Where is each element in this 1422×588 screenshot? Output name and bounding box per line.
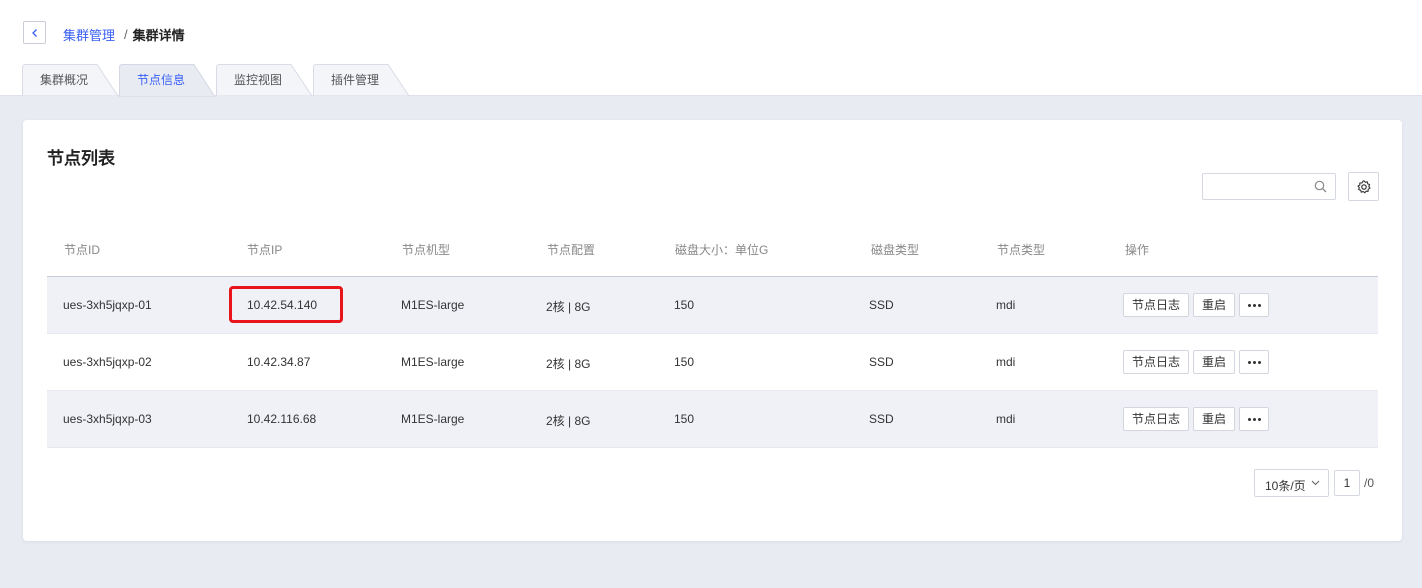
breadcrumb: 集群管理 / 集群详情 (63, 25, 185, 44)
card-title: 节点列表 (47, 149, 115, 168)
chevron-down-icon (1311, 480, 1320, 486)
tab-node-info[interactable]: 节点信息 (119, 64, 216, 97)
cell-disk-type: SSD (869, 412, 894, 426)
column-header-disk-type: 磁盘类型 (871, 243, 920, 257)
more-dots-icon (1240, 294, 1268, 316)
node-log-button[interactable]: 节点日志 (1123, 293, 1189, 317)
cell-node-type: mdi (996, 355, 1016, 369)
tab-label: 节点信息 (137, 73, 186, 87)
column-header-node-model: 节点机型 (402, 243, 451, 257)
gear-icon (1356, 179, 1371, 193)
cell-node-model: M1ES-large (401, 355, 465, 369)
cell-node-config: 2核 | 8G (546, 357, 591, 371)
cell-node-ip: 10.42.116.68 (247, 412, 317, 426)
cell-node-model: M1ES-large (401, 412, 465, 426)
breadcrumb-separator: / (124, 26, 128, 42)
more-actions-button[interactable] (1239, 407, 1269, 431)
more-actions-button[interactable] (1239, 293, 1269, 317)
column-header-node-config: 节点配置 (547, 243, 596, 257)
breadcrumb-current: 集群详情 (132, 27, 185, 43)
cell-disk-size: 150 (674, 298, 695, 312)
table-row: ues-3xh5jqxp-02 10.42.34.87 M1ES-large 2… (47, 334, 1378, 391)
cell-node-id: ues-3xh5jqxp-03 (63, 412, 152, 426)
cell-disk-size: 150 (674, 412, 695, 426)
search-input[interactable] (1209, 178, 1309, 196)
more-actions-button[interactable] (1239, 350, 1269, 374)
column-header-node-type: 节点类型 (997, 243, 1046, 257)
search-icon[interactable] (1314, 180, 1327, 193)
cell-node-type: mdi (996, 298, 1016, 312)
page-total: /0 (1364, 476, 1375, 490)
tab-label: 监控视图 (234, 73, 283, 87)
chevron-left-icon (31, 28, 37, 37)
more-dots-icon (1240, 351, 1268, 373)
restart-button[interactable]: 重启 (1193, 350, 1235, 374)
cell-node-type: mdi (996, 412, 1016, 426)
tab-label: 集群概况 (40, 73, 89, 87)
cell-node-ip: 10.42.34.87 (247, 355, 311, 369)
page-size-select[interactable]: 10条/页 (1254, 469, 1329, 497)
table-settings-button[interactable] (1348, 172, 1379, 201)
restart-button[interactable]: 重启 (1193, 407, 1235, 431)
cell-node-id: ues-3xh5jqxp-02 (63, 355, 152, 369)
column-header-node-id: 节点ID (64, 243, 101, 257)
node-log-button[interactable]: 节点日志 (1123, 350, 1189, 374)
node-log-button[interactable]: 节点日志 (1123, 407, 1189, 431)
column-header-node-ip: 节点IP (247, 243, 283, 257)
breadcrumb-cluster-management[interactable]: 集群管理 (63, 25, 115, 44)
search-box (1202, 173, 1336, 200)
page-size-label: 10条/页 (1265, 479, 1306, 493)
node-list-card: 节点列表 节点ID 节点IP 节点机型 节点配置 磁盘大小：单位G 磁盘类型 节… (23, 120, 1402, 541)
page-number-input[interactable]: 1 (1334, 470, 1360, 496)
restart-button[interactable]: 重启 (1193, 293, 1235, 317)
page-header: 集群管理 / 集群详情 集群概况 节点信息 监控视图 插件管理 (0, 0, 1422, 97)
cell-node-model: M1ES-large (401, 298, 465, 312)
cell-node-config: 2核 | 8G (546, 300, 591, 314)
column-header-actions: 操作 (1125, 243, 1150, 257)
table-header: 节点ID 节点IP 节点机型 节点配置 磁盘大小：单位G 磁盘类型 节点类型 操… (47, 220, 1378, 277)
cell-disk-type: SSD (869, 298, 894, 312)
tab-monitoring-view[interactable]: 监控视图 (216, 64, 313, 96)
column-header-disk-size: 磁盘大小：单位G (675, 243, 769, 257)
tab-cluster-overview[interactable]: 集群概况 (22, 64, 119, 96)
cell-disk-type: SSD (869, 355, 894, 369)
tab-plugin-management[interactable]: 插件管理 (313, 64, 410, 96)
cell-node-ip: 10.42.54.140 (247, 298, 318, 312)
back-button[interactable] (23, 21, 46, 44)
cell-disk-size: 150 (674, 355, 695, 369)
more-dots-icon (1240, 408, 1268, 430)
cell-node-id: ues-3xh5jqxp-01 (63, 298, 152, 312)
table-row: ues-3xh5jqxp-01 10.42.54.140 M1ES-large … (47, 277, 1378, 334)
table-row: ues-3xh5jqxp-03 10.42.116.68 M1ES-large … (47, 391, 1378, 448)
tab-label: 插件管理 (331, 73, 380, 87)
cell-node-config: 2核 | 8G (546, 414, 591, 428)
node-table: 节点ID 节点IP 节点机型 节点配置 磁盘大小：单位G 磁盘类型 节点类型 操… (47, 220, 1378, 448)
